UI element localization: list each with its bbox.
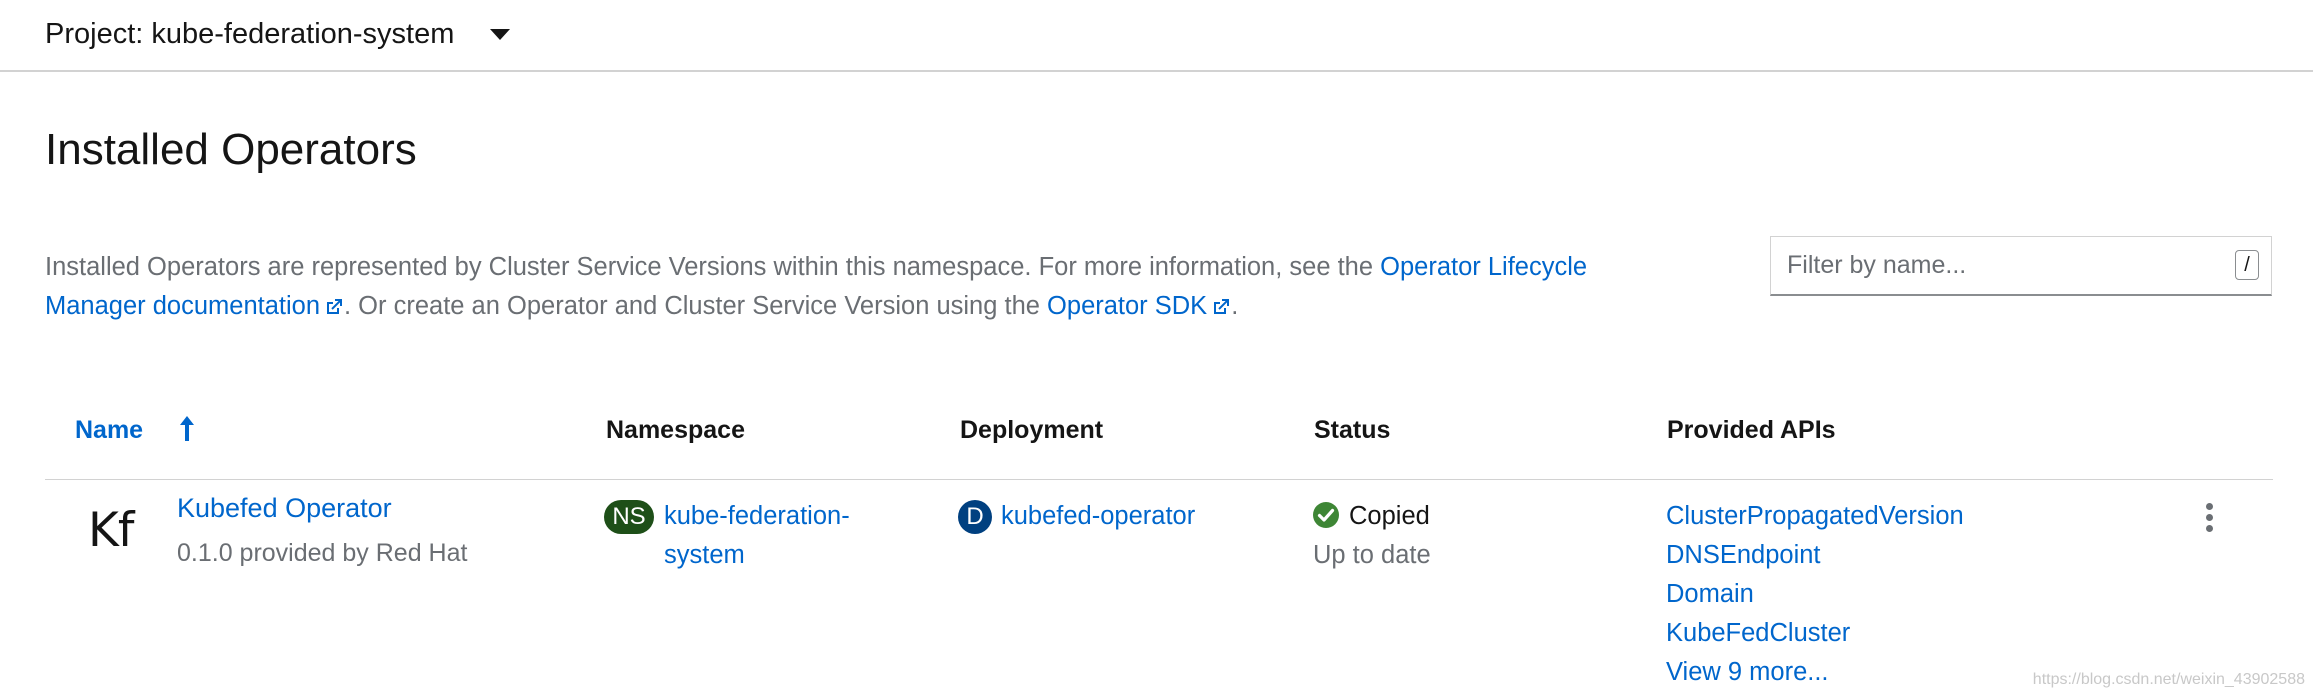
caret-down-icon	[490, 28, 511, 40]
provided-api-link[interactable]: ClusterPropagatedVersion	[1666, 502, 1964, 530]
operator-name-link[interactable]: Kubefed Operator	[177, 493, 392, 524]
description-text-1: Installed Operators are represented by C…	[45, 253, 1381, 281]
column-header-namespace: Namespace	[606, 416, 745, 444]
provided-api-link[interactable]: KubeFedCluster	[1666, 619, 1850, 647]
provided-api-link[interactable]: DNSEndpoint	[1666, 541, 1821, 569]
kebab-menu-icon[interactable]	[2199, 503, 2219, 543]
column-header-provided-apis: Provided APIs	[1667, 416, 1836, 444]
operator-sdk-link-label: Operator SDK	[1047, 292, 1208, 320]
provided-api-link[interactable]: Domain	[1666, 580, 1754, 608]
table-row: Kf Kubefed Operator 0.1.0 provided by Re…	[45, 481, 2273, 699]
sort-ascending-icon[interactable]	[179, 414, 195, 444]
filter-box: /	[1770, 236, 2272, 296]
description-text-2: . Or create an Operator and Cluster Serv…	[344, 292, 1048, 320]
project-selector[interactable]: Project: kube-federation-system	[45, 14, 511, 54]
operator-provider: 0.1.0 provided by Red Hat	[177, 539, 468, 567]
provided-apis-list: ClusterPropagatedVersion DNSEndpoint Dom…	[1666, 497, 1964, 692]
namespace-link[interactable]: kube-federation-system	[664, 497, 864, 575]
description-text-3: .	[1231, 292, 1239, 320]
column-header-name[interactable]: Name	[75, 416, 143, 445]
status-detail: Up to date	[1313, 541, 1431, 569]
page-title: Installed Operators	[45, 125, 417, 174]
deployment-badge: D	[958, 500, 992, 534]
external-link-icon	[327, 299, 343, 314]
page-description: Installed Operators are represented by C…	[45, 248, 1605, 326]
column-header-status: Status	[1314, 416, 1391, 444]
filter-by-name-input[interactable]	[1771, 237, 2211, 293]
view-more-apis-link[interactable]: View 9 more...	[1666, 658, 1829, 686]
project-label: Project: kube-federation-system	[45, 17, 455, 50]
status-label: Copied	[1349, 502, 1430, 530]
deployment-link[interactable]: kubefed-operator	[1001, 497, 1195, 536]
namespace-badge: NS	[604, 500, 654, 534]
check-circle-icon	[1313, 502, 1339, 528]
keyboard-shortcut-hint: /	[2235, 250, 2259, 280]
column-header-deployment: Deployment	[960, 416, 1104, 444]
operator-sdk-link[interactable]: Operator SDK	[1047, 292, 1231, 320]
project-bar: Project: kube-federation-system	[0, 0, 2313, 72]
table-header: Name Namespace Deployment Status Provide…	[45, 400, 2273, 480]
watermark: https://blog.csdn.net/weixin_43902588	[2032, 671, 2305, 688]
operator-logo: Kf	[88, 503, 134, 558]
external-link-icon	[1214, 299, 1230, 314]
